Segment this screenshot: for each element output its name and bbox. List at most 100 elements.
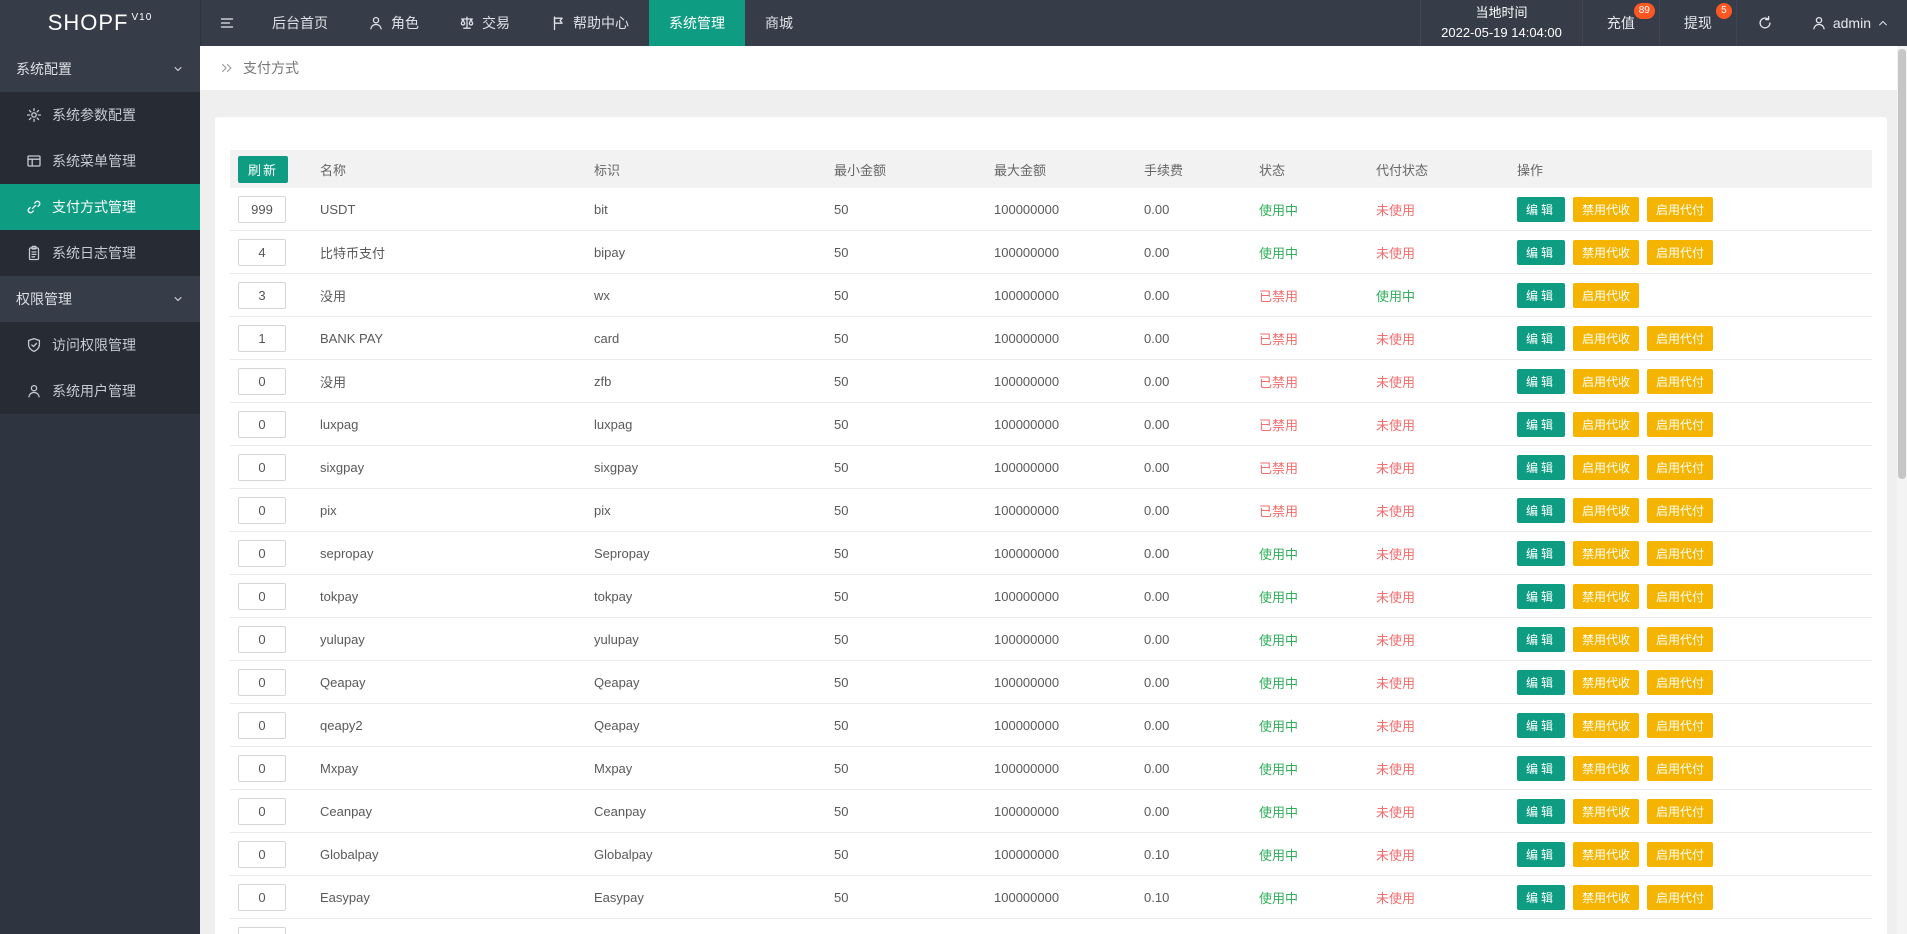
enable-payout-button[interactable]: 启用代付 [1647,369,1713,394]
sidebar-section-header[interactable]: 系统配置 [0,46,200,92]
enable-payout-button[interactable]: 启用代付 [1647,627,1713,652]
sidebar-section-header[interactable]: 权限管理 [0,276,200,322]
disable-collect-button[interactable]: 禁用代收 [1573,799,1639,824]
disable-collect-button[interactable]: 禁用代收 [1573,541,1639,566]
sort-input[interactable] [238,755,286,782]
enable-payout-button[interactable]: 启用代付 [1647,756,1713,781]
disable-collect-button[interactable]: 禁用代收 [1573,584,1639,609]
enable-collect-button[interactable]: 启用代收 [1573,369,1639,394]
payout-status-cell: 未使用 [1374,630,1515,649]
edit-button[interactable]: 编辑 [1517,283,1565,308]
edit-button[interactable]: 编辑 [1517,412,1565,437]
page-scrollbar[interactable] [1897,46,1907,934]
enable-collect-button[interactable]: 启用代收 [1573,326,1639,351]
actions-cell: 编辑禁用代收启用代付 [1515,756,1872,781]
disable-collect-button[interactable]: 禁用代收 [1573,713,1639,738]
edit-button[interactable]: 编辑 [1517,756,1565,781]
nav-item[interactable]: 商城 [745,0,813,46]
sidebar-item[interactable]: 支付方式管理 [0,184,200,230]
edit-button[interactable]: 编辑 [1517,369,1565,394]
edit-button[interactable]: 编辑 [1517,197,1565,222]
edit-button[interactable]: 编辑 [1517,584,1565,609]
sidebar-item[interactable]: 系统日志管理 [0,230,200,276]
enable-collect-button[interactable]: 启用代收 [1573,455,1639,480]
sidebar-item-label: 支付方式管理 [52,197,136,217]
enable-payout-button[interactable]: 启用代付 [1647,885,1713,910]
withdraw-button[interactable]: 提现 5 [1659,0,1736,46]
sort-input[interactable] [238,454,286,481]
disable-collect-button[interactable]: 禁用代收 [1573,627,1639,652]
sort-input[interactable] [238,841,286,868]
sort-input[interactable] [238,282,286,309]
max-amount: 100000000 [992,546,1142,561]
sort-input[interactable] [238,540,286,567]
disable-collect-button[interactable]: 禁用代收 [1573,670,1639,695]
sidebar-item[interactable]: 系统用户管理 [0,368,200,414]
sort-input[interactable] [238,368,286,395]
sort-input[interactable] [238,669,286,696]
sidebar-item[interactable]: 系统菜单管理 [0,138,200,184]
disable-collect-button[interactable]: 禁用代收 [1573,885,1639,910]
sort-input[interactable] [238,411,286,438]
edit-button[interactable]: 编辑 [1517,455,1565,480]
edit-button[interactable]: 编辑 [1517,498,1565,523]
sort-input[interactable] [238,884,286,911]
local-time-label: 当地时间 [1475,3,1527,23]
enable-payout-button[interactable]: 启用代付 [1647,584,1713,609]
actions-cell: 编辑启用代收启用代付 [1515,326,1872,351]
enable-payout-button[interactable]: 启用代付 [1647,670,1713,695]
edit-button[interactable]: 编辑 [1517,670,1565,695]
scrollbar-thumb[interactable] [1898,49,1906,479]
disable-collect-button[interactable]: 禁用代收 [1573,842,1639,867]
sort-input[interactable] [238,497,286,524]
edit-button[interactable]: 编辑 [1517,842,1565,867]
enable-payout-button[interactable]: 启用代付 [1647,842,1713,867]
enable-payout-button[interactable]: 启用代付 [1647,455,1713,480]
sort-input[interactable] [238,927,286,934]
enable-collect-button[interactable]: 启用代收 [1573,412,1639,437]
sort-input[interactable] [238,798,286,825]
payment-name: 比特币支付 [318,243,592,262]
edit-button[interactable]: 编辑 [1517,627,1565,652]
sort-input[interactable] [238,325,286,352]
disable-collect-button[interactable]: 禁用代收 [1573,197,1639,222]
sort-input[interactable] [238,712,286,739]
app-logo: SHOPF V10 [0,0,200,46]
user-menu[interactable]: admin [1793,0,1907,46]
enable-collect-button[interactable]: 启用代收 [1573,283,1639,308]
menu-toggle-button[interactable] [200,0,252,46]
enable-payout-button[interactable]: 启用代付 [1647,326,1713,351]
nav-item[interactable]: 交易 [439,0,530,46]
refresh-page-button[interactable] [1736,0,1793,46]
sidebar-item[interactable]: 访问权限管理 [0,322,200,368]
recharge-button[interactable]: 充值 89 [1582,0,1659,46]
enable-payout-button[interactable]: 启用代付 [1647,412,1713,437]
edit-button[interactable]: 编辑 [1517,885,1565,910]
nav-item[interactable]: 系统管理 [649,0,745,46]
nav-item[interactable]: 后台首页 [252,0,348,46]
enable-payout-button[interactable]: 启用代付 [1647,799,1713,824]
sidebar-item[interactable]: 系统参数配置 [0,92,200,138]
enable-payout-button[interactable]: 启用代付 [1647,240,1713,265]
nav-item[interactable]: 角色 [348,0,439,46]
sort-input[interactable] [238,626,286,653]
enable-payout-button[interactable]: 启用代付 [1647,541,1713,566]
sort-input[interactable] [238,239,286,266]
enable-payout-button[interactable]: 启用代付 [1647,498,1713,523]
enable-payout-button[interactable]: 启用代付 [1647,197,1713,222]
sort-input[interactable] [238,196,286,223]
edit-button[interactable]: 编辑 [1517,713,1565,738]
edit-button[interactable]: 编辑 [1517,326,1565,351]
edit-button[interactable]: 编辑 [1517,541,1565,566]
disable-collect-button[interactable]: 禁用代收 [1573,756,1639,781]
fee: 0.00 [1142,675,1257,690]
sidebar-section-label: 权限管理 [16,289,72,309]
nav-item[interactable]: 帮助中心 [530,0,649,46]
disable-collect-button[interactable]: 禁用代收 [1573,240,1639,265]
refresh-table-button[interactable]: 刷新 [238,156,288,183]
edit-button[interactable]: 编辑 [1517,240,1565,265]
enable-collect-button[interactable]: 启用代收 [1573,498,1639,523]
sort-input[interactable] [238,583,286,610]
edit-button[interactable]: 编辑 [1517,799,1565,824]
enable-payout-button[interactable]: 启用代付 [1647,713,1713,738]
